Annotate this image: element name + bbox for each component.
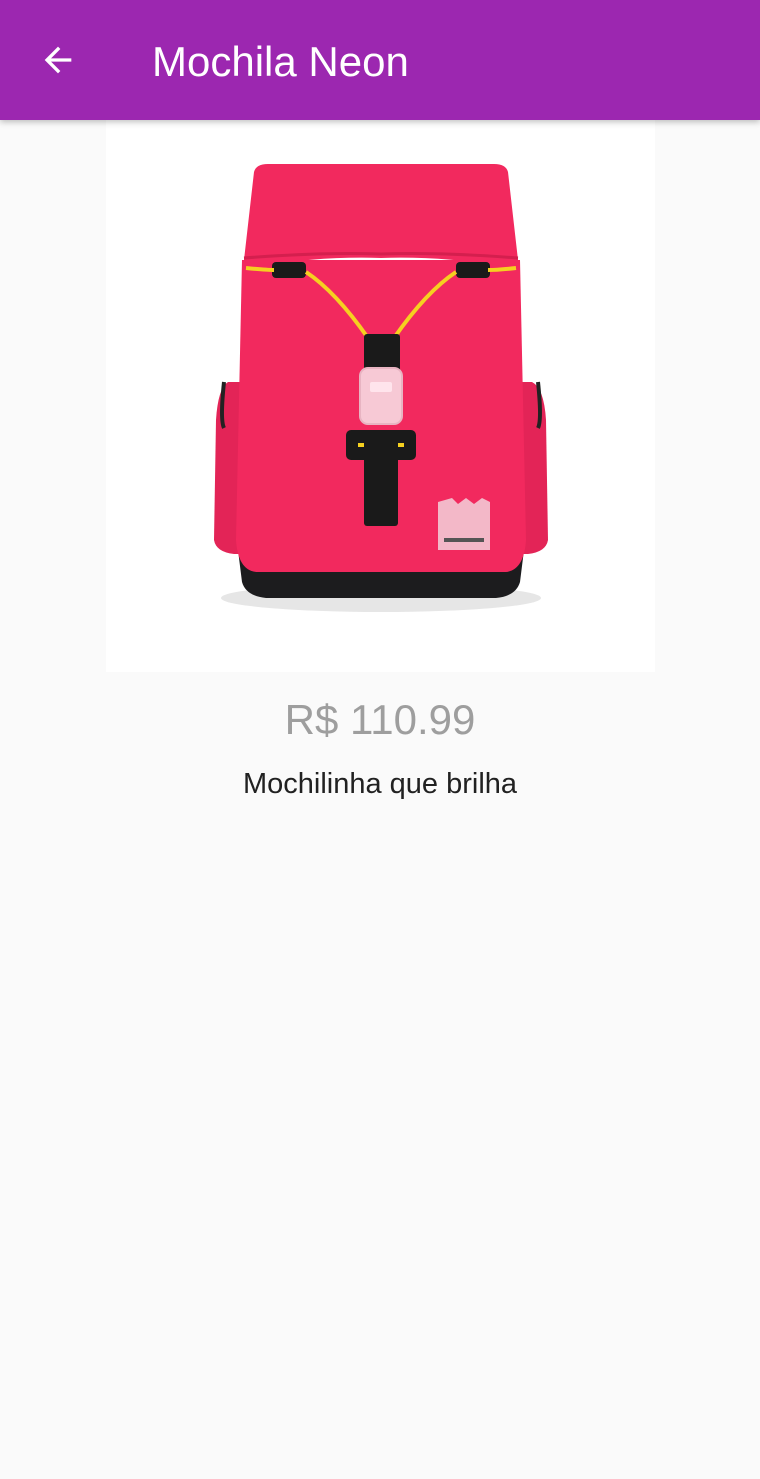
backpack-image	[214, 164, 548, 612]
app-bar: Mochila Neon	[0, 0, 760, 120]
back-button[interactable]	[30, 32, 86, 88]
arrow-left-icon	[44, 46, 72, 74]
product-price: R$ 110.99	[284, 696, 476, 743]
product-description: Mochilinha que brilha	[242, 768, 518, 800]
product-image	[106, 120, 655, 672]
page-title: Mochila Neon	[152, 38, 409, 85]
